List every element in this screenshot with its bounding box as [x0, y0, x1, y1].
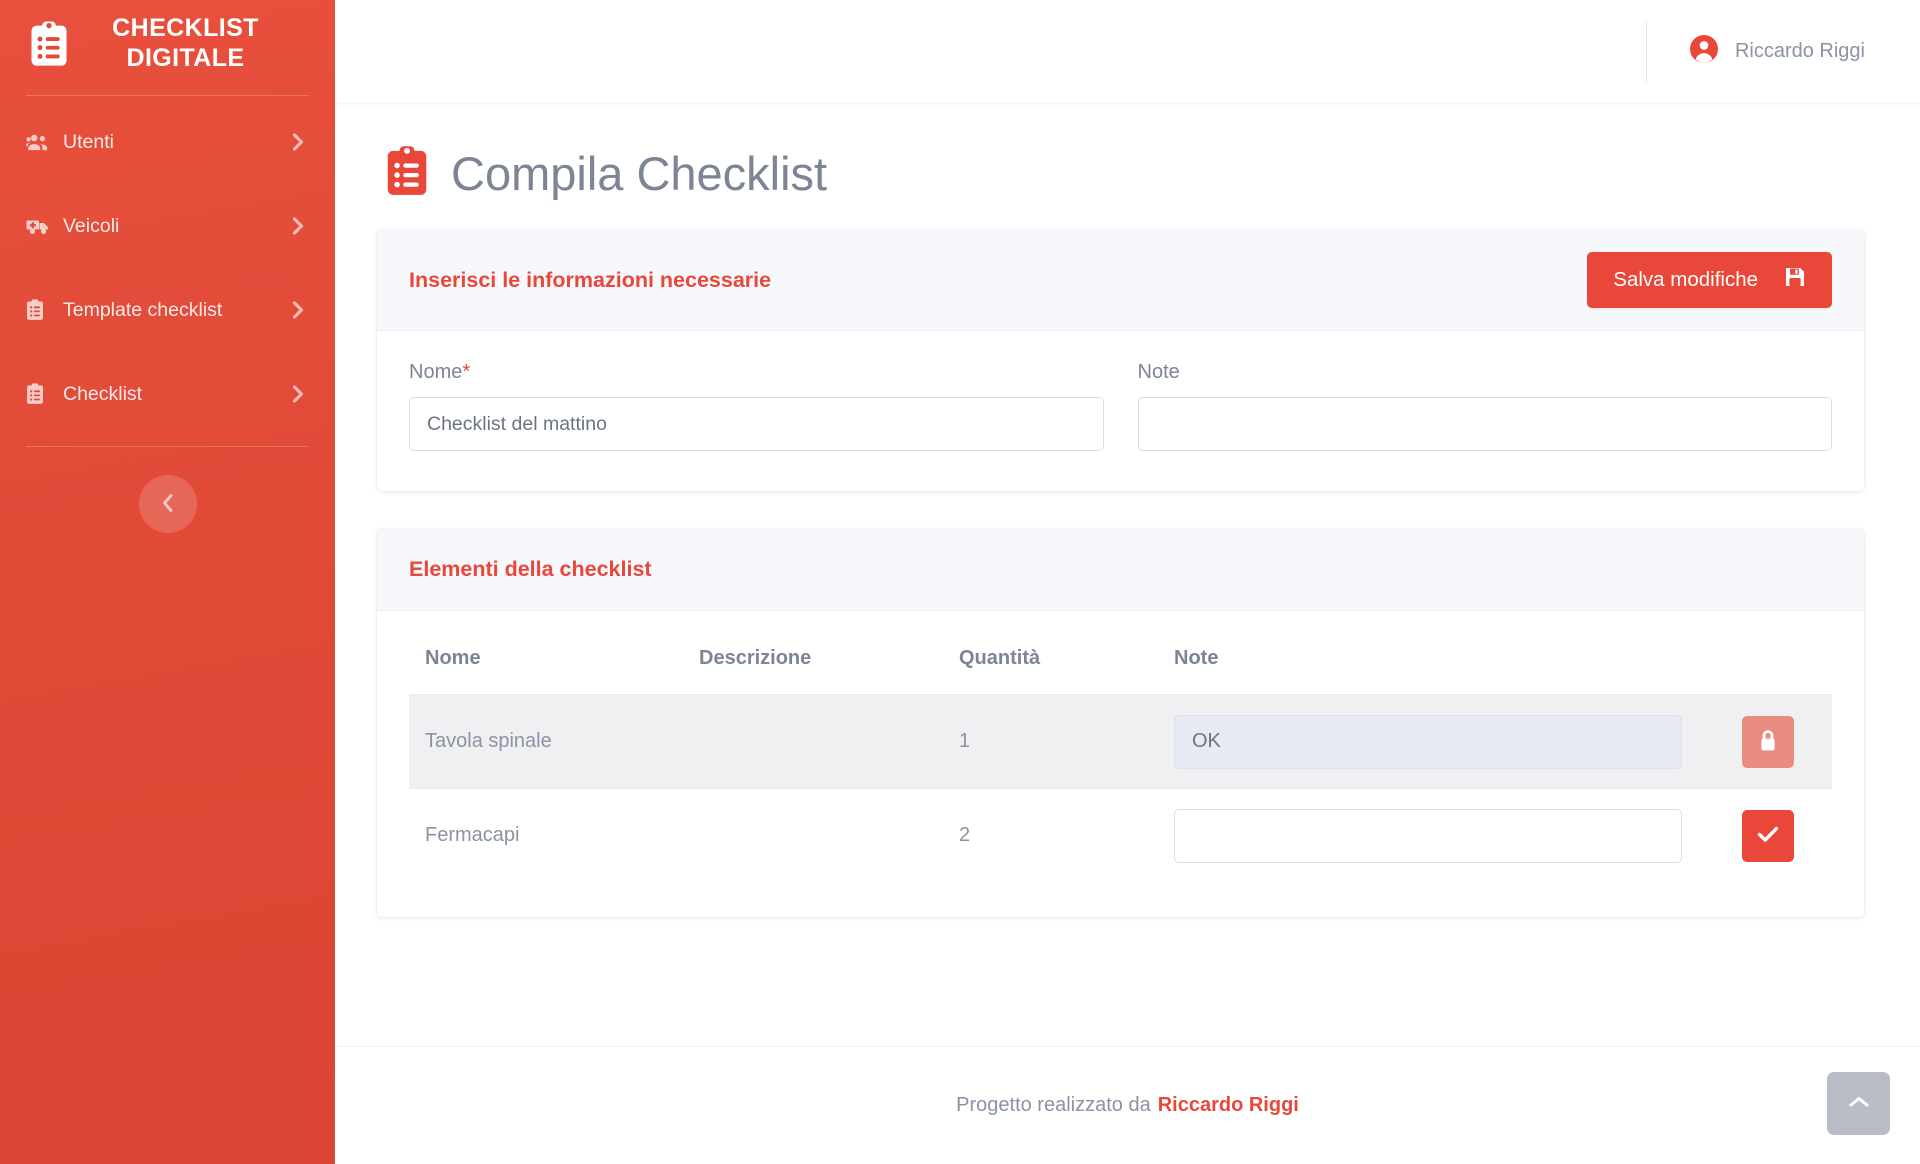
chevron-right-icon — [292, 132, 305, 152]
cell-descrizione — [699, 694, 959, 789]
sidebar-item-veicoli[interactable]: Veicoli — [0, 184, 335, 268]
footer-text: Progetto realizzato da — [956, 1094, 1151, 1116]
save-button-label: Salva modifiche — [1613, 268, 1758, 291]
check-icon — [1756, 824, 1780, 847]
cell-quantita: 2 — [959, 824, 971, 847]
cell-descrizione — [699, 789, 959, 883]
clipboard-list-icon — [385, 145, 429, 202]
field-nome-label-text: Nome — [409, 361, 463, 383]
scroll-to-top-button[interactable] — [1827, 1072, 1890, 1135]
elements-card-title: Elementi della checklist — [409, 557, 652, 581]
table-head: Nome Descrizione Quantità Note — [409, 625, 1832, 695]
col-header-quantita: Quantità — [959, 625, 1174, 695]
table-body: Tavola spinale 1 OK Fermacapi 2 — [409, 694, 1832, 883]
row-note-input[interactable] — [1174, 714, 1682, 769]
page-title: Compila Checklist — [451, 147, 828, 200]
elements-card-header: Elementi della checklist — [377, 529, 1864, 611]
info-form-row: Nome* Note — [409, 361, 1832, 451]
sidebar-item-label: Checklist — [63, 382, 143, 405]
table-row: Tavola spinale 1 — [409, 694, 1832, 789]
cell-nome: Fermacapi — [425, 824, 520, 847]
cell-nome: Tavola spinale — [409, 694, 699, 789]
sidebar-item-label: Template checklist — [63, 298, 223, 321]
footer-author: Riccardo Riggi — [1157, 1094, 1299, 1116]
save-icon — [1784, 266, 1806, 294]
cell-action — [1702, 789, 1832, 883]
sidebar-item-utenti[interactable]: Utenti — [0, 100, 335, 184]
cell-action — [1702, 694, 1832, 789]
elements-table-wrap: Nome Descrizione Quantità Note Tavola sp… — [377, 611, 1864, 917]
lock-icon — [1758, 729, 1778, 755]
col-header-nome: Nome — [409, 625, 699, 695]
cell-quantita: 1 — [959, 694, 1174, 789]
users-icon — [26, 133, 52, 151]
sidebar-item-template-checklist[interactable]: Template checklist — [0, 268, 335, 352]
chevron-up-icon — [1848, 1095, 1870, 1112]
col-header-actions — [1702, 625, 1832, 695]
field-nome: Nome* — [409, 361, 1104, 451]
table-header-row: Nome Descrizione Quantità Note — [409, 625, 1832, 695]
nome-input[interactable] — [409, 397, 1104, 451]
chevron-right-icon — [292, 216, 305, 236]
field-note-label: Note — [1137, 361, 1180, 383]
user-circle-icon — [1689, 34, 1719, 69]
clipboard-list-icon — [28, 19, 70, 69]
user-menu[interactable]: Riccardo Riggi — [1689, 34, 1865, 69]
chevron-right-icon — [292, 300, 305, 320]
info-card: Inserisci le informazioni necessarie Sal… — [377, 230, 1864, 491]
elements-table: Nome Descrizione Quantità Note Tavola sp… — [409, 625, 1832, 883]
row-lock-button[interactable] — [1742, 715, 1794, 768]
table-row: Fermacapi 2 — [409, 789, 1832, 883]
chevron-right-icon — [292, 384, 305, 404]
info-card-title: Inserisci le informazioni necessarie — [409, 267, 772, 292]
col-header-note: Note — [1174, 625, 1702, 695]
page-content: Compila Checklist Inserisci le informazi… — [335, 103, 1920, 1046]
clipboard-icon — [26, 383, 52, 405]
ambulance-icon — [26, 217, 52, 235]
field-nome-label: Nome* — [409, 361, 1104, 384]
col-header-descrizione: Descrizione — [699, 625, 959, 695]
field-note: Note — [1137, 361, 1832, 451]
cell-note — [1174, 694, 1702, 789]
save-button[interactable]: Salva modifiche — [1587, 252, 1832, 308]
footer: Progetto realizzato da Riccardo Riggi — [335, 1046, 1920, 1164]
topbar-separator — [1645, 20, 1647, 83]
app-root: CHECKLIST DIGITALE Utenti Veicoli Templa… — [0, 0, 1920, 1164]
elements-card: Elementi della checklist Nome Descrizion… — [377, 529, 1864, 917]
brand[interactable]: CHECKLIST DIGITALE — [0, 0, 335, 95]
note-input[interactable] — [1137, 397, 1832, 451]
required-asterisk: * — [462, 361, 471, 383]
sidebar-item-checklist[interactable]: Checklist — [0, 352, 335, 436]
brand-title: CHECKLIST DIGITALE — [112, 14, 259, 72]
sidebar-nav: Utenti Veicoli Template checklist Checkl… — [0, 96, 335, 436]
info-card-header: Inserisci le informazioni necessarie Sal… — [377, 230, 1864, 331]
cell-note — [1174, 789, 1702, 883]
sidebar-collapse-wrap — [0, 447, 335, 533]
main-area: Riccardo Riggi Compila Checklist Inseris… — [335, 0, 1920, 1164]
sidebar-item-label: Utenti — [63, 130, 114, 153]
row-note-input[interactable] — [1174, 808, 1682, 863]
chevron-left-icon — [161, 492, 175, 517]
sidebar-collapse-button[interactable] — [138, 475, 197, 533]
clipboard-icon — [26, 299, 52, 321]
sidebar: CHECKLIST DIGITALE Utenti Veicoli Templa… — [0, 0, 335, 1164]
topbar: Riccardo Riggi — [335, 0, 1920, 103]
info-card-body: Nome* Note — [377, 331, 1864, 491]
page-header: Compila Checklist — [377, 129, 1864, 230]
sidebar-item-label: Veicoli — [63, 214, 120, 237]
row-confirm-button[interactable] — [1742, 809, 1794, 862]
user-name: Riccardo Riggi — [1734, 40, 1865, 62]
